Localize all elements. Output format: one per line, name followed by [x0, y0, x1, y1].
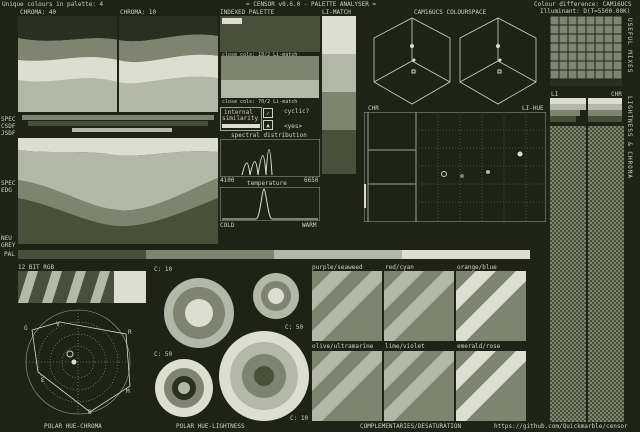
rgb12-plot — [18, 271, 146, 303]
app-title: = CENSOR v0.6.0 - PALETTE ANALYSER = — [246, 1, 377, 8]
polar-m: M — [126, 388, 130, 395]
li-match-band-3 — [322, 92, 356, 130]
pal-swatch-2 — [146, 250, 274, 259]
colour-difference-label: Colour difference: CAM16UCS — [534, 1, 632, 8]
polar-b: B — [88, 409, 92, 416]
ring-plot-4 — [219, 331, 309, 421]
spec-edg-plot — [18, 138, 218, 244]
github-link[interactable]: https://github.com/Quickmarble/censor — [494, 423, 628, 430]
cam16ucs-label: CAM16UCS COLOURSPACE — [414, 9, 487, 16]
grey-label: GREY — [1, 242, 16, 249]
li-match-label: LI-MATCH — [322, 9, 351, 16]
chroma-plot — [18, 16, 218, 112]
close-cols-label-2: close cols: 70/2 Li-match — [222, 99, 298, 105]
pal-label: PAL — [4, 251, 15, 258]
footer-polar-hue-lightness: POLAR HUE-LIGHTNESS — [176, 423, 245, 430]
chr-label: CHR — [368, 105, 379, 112]
cyclic-value[interactable]: <yes> — [284, 123, 302, 130]
polar-g: G — [24, 325, 28, 332]
edg-label: EDG — [1, 187, 12, 194]
k-high: 6650 — [304, 177, 319, 184]
li-bar-4 — [550, 116, 576, 122]
ring-plot-3 — [155, 359, 213, 417]
lightness-chroma-vertical: LIGHTNESS & CHROMA — [626, 96, 633, 180]
useful-mixes-vertical: USEFUL MIXES — [626, 18, 633, 74]
li-label: LI — [551, 91, 559, 98]
spec-label: SPEC — [1, 116, 16, 123]
chroma-40-label: CHROMA: 40 — [20, 9, 57, 16]
pal-swatch-1 — [18, 250, 146, 259]
temperature-plot — [220, 187, 320, 221]
polar-r: R — [128, 329, 132, 336]
complementaries-grid — [312, 271, 526, 421]
unique-colours-label: Unique colours in palette: 4 — [2, 1, 104, 8]
jsdf-bar — [72, 128, 172, 132]
cam16ucs-hex-plot — [373, 17, 537, 105]
polar-e: E — [41, 377, 45, 384]
similarity-bar — [222, 124, 260, 128]
mix-red-label: red/cyan — [385, 264, 414, 271]
spectral-plot — [220, 139, 320, 177]
palette-entry[interactable] — [222, 18, 242, 24]
mix-purple-label: purple/seaweed — [312, 264, 363, 271]
close-cols-grid-1 — [221, 56, 319, 80]
ring-plot-2 — [253, 273, 299, 319]
pal-swatch-3 — [274, 250, 402, 259]
polar-hue-chroma-plot — [25, 309, 131, 415]
similarity-label: similarity — [222, 115, 259, 122]
spectral-label: spectral distribution — [231, 132, 307, 139]
neu-label: NEU — [1, 235, 12, 242]
k-low: 4100 — [220, 177, 235, 184]
c10a-label: C: 10 — [154, 266, 173, 273]
li-match-band-2 — [322, 54, 356, 92]
illuminant-label: Illuminant: D(T=5500.00K) — [540, 8, 631, 15]
c10b-label: C: 10 — [290, 415, 309, 422]
indexed-palette-label: INDEXED PALETTE — [220, 9, 275, 16]
warm-label: WARM — [302, 222, 317, 229]
spec2-label: SPEC — [1, 180, 16, 187]
lightness-chroma-checker — [550, 126, 624, 422]
chr-bar-4 — [588, 116, 622, 122]
li-hue-label: LI-HUE — [522, 105, 544, 112]
polar-v: V — [56, 321, 60, 328]
chr-right-label: CHR — [611, 91, 622, 98]
mix-orange-label: orange/blue — [457, 264, 497, 271]
c50b-label: C: 50 — [154, 351, 173, 358]
temperature-label: temperature — [247, 180, 287, 187]
triangle-up-icon[interactable]: ▲ — [263, 120, 273, 130]
cyclic-label: cyclic? — [284, 108, 310, 115]
pal-swatch-4 — [402, 250, 530, 259]
jsdf-label: JSDF — [1, 130, 16, 137]
useful-mixes-grid — [550, 16, 622, 86]
csdf-bar — [28, 121, 208, 126]
li-hue-plot — [364, 112, 546, 222]
close-cols-label-1: close cols: 10/2 Li-match — [222, 52, 298, 58]
li-match-band-4 — [322, 130, 356, 174]
footer-polar-hue-chroma: POLAR HUE-CHROMA — [44, 423, 102, 430]
cold-label: COLD — [220, 222, 235, 229]
cyclic-checkbox[interactable]: ✓ — [263, 108, 273, 118]
li-match-band-1 — [322, 16, 356, 54]
close-cols-grid-2 — [221, 80, 319, 98]
footer-complementaries: COMPLEMENTARIES/DESATURATION — [360, 423, 462, 430]
csdf-label: CSDF — [1, 123, 16, 130]
chroma-10-label: CHROMA: 10 — [120, 9, 157, 16]
rgb12-label: 12 BIT RGB — [18, 264, 55, 271]
spec-bar — [22, 115, 214, 120]
